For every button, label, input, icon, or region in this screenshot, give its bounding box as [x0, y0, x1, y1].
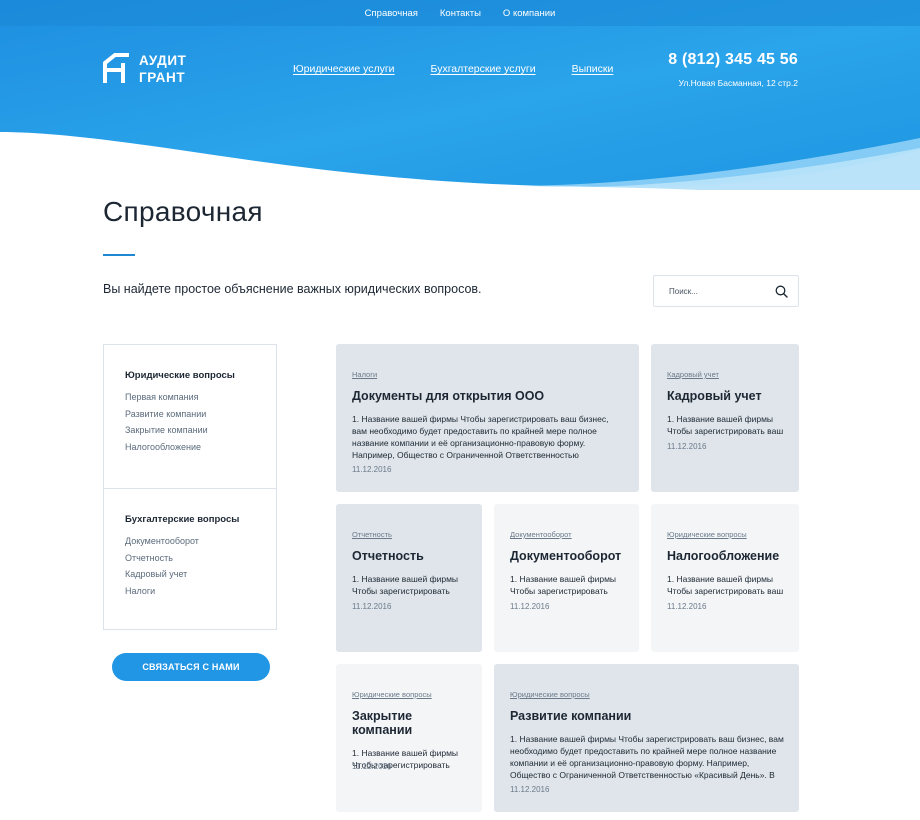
- contact-block: 8 (812) 345 45 56 Ул.Новая Басманная, 12…: [668, 51, 798, 88]
- sidebar-item-document-flow[interactable]: Документооборот: [125, 536, 276, 547]
- card-title: Документооборот: [510, 549, 622, 563]
- card-date: 11.12.2016: [352, 762, 392, 771]
- main-nav: Юридические услуги Бухгалтерские услуги …: [293, 63, 613, 75]
- header-wave-background: [0, 0, 920, 190]
- card-category-link[interactable]: Юридические вопросы: [352, 690, 432, 699]
- page-lead: Вы найдете простое объяснение важных юри…: [103, 282, 482, 296]
- main-nav-link-accounting[interactable]: Бухгалтерские услуги: [431, 63, 536, 75]
- card-title: Документы для открытия ООО: [352, 389, 545, 403]
- card-title: Развитие компании: [510, 709, 632, 723]
- top-nav: Справочная Контакты О компании: [0, 0, 920, 26]
- card-excerpt: 1. Название вашей фирмы Чтобы зарегистри…: [352, 414, 609, 460]
- article-card[interactable]: Отчетность Отчетность 1. Название вашей …: [336, 504, 482, 652]
- sidebar: Юридические вопросы Первая компания Разв…: [103, 344, 277, 630]
- search-input[interactable]: [654, 286, 764, 296]
- card-title: Кадровый учет: [667, 389, 762, 403]
- top-nav-link-contacts[interactable]: Контакты: [440, 8, 481, 19]
- card-title: Налогообложение: [667, 549, 780, 563]
- sidebar-item-reporting[interactable]: Отчетность: [125, 553, 276, 564]
- card-title: Отчетность: [352, 549, 424, 563]
- main-nav-link-extracts[interactable]: Выписки: [572, 63, 614, 75]
- address: Ул.Новая Басманная, 12 стр.2: [678, 78, 798, 88]
- search-box: [653, 275, 799, 307]
- card-excerpt: 1. Название вашей фирмы Чтобы зарегистри…: [510, 574, 617, 599]
- top-nav-link-about[interactable]: О компании: [503, 8, 555, 19]
- card-category-link[interactable]: Юридические вопросы: [667, 530, 747, 539]
- sidebar-item-taxation[interactable]: Налогообложение: [125, 442, 276, 453]
- header-hero: Справочная Контакты О компании АУДИТ ГРА…: [0, 0, 920, 190]
- card-category-link[interactable]: Отчетность: [352, 530, 392, 539]
- logo-text: АУДИТ ГРАНТ: [139, 52, 187, 86]
- card-date: 11.12.2016: [667, 442, 707, 451]
- card-date: 11.12.2016: [352, 602, 392, 611]
- top-nav-link-reference[interactable]: Справочная: [365, 8, 418, 19]
- sidebar-item-company-development[interactable]: Развитие компании: [125, 409, 276, 420]
- article-card[interactable]: Налоги Документы для открытия ООО 1. Наз…: [336, 344, 639, 492]
- card-excerpt: 1. Название вашей фирмы Чтобы зарегистри…: [510, 734, 784, 780]
- sidebar-item-hr-records[interactable]: Кадровый учет: [125, 569, 276, 580]
- card-title: Закрытие компании: [352, 709, 413, 737]
- sidebar-group-accounting: Бухгалтерские вопросы Документооборот От…: [104, 489, 276, 603]
- title-underline: [103, 254, 135, 256]
- sidebar-item-taxes[interactable]: Налоги: [125, 586, 276, 597]
- article-card[interactable]: Юридические вопросы Закрытие компании 1.…: [336, 664, 482, 812]
- sidebar-heading-legal: Юридические вопросы: [125, 370, 235, 381]
- card-date: 11.12.2016: [510, 785, 550, 794]
- card-category-link[interactable]: Налоги: [352, 370, 377, 379]
- card-excerpt: 1. Название вашей фирмы Чтобы зарегистри…: [667, 414, 784, 436]
- article-card[interactable]: Юридические вопросы Развитие компании 1.…: [494, 664, 799, 812]
- card-category-link[interactable]: Документооборот: [510, 530, 572, 539]
- card-category-link[interactable]: Юридические вопросы: [510, 690, 590, 699]
- contact-us-button[interactable]: СВЯЗАТЬСЯ С НАМИ: [112, 653, 270, 681]
- card-date: 11.12.2016: [510, 602, 550, 611]
- search-icon[interactable]: [775, 285, 788, 298]
- card-category-link[interactable]: Кадровый учет: [667, 370, 719, 379]
- article-card[interactable]: Кадровый учет Кадровый учет 1. Название …: [651, 344, 799, 492]
- logo-line-1: АУДИТ: [139, 53, 187, 68]
- phone-number[interactable]: 8 (812) 345 45 56: [668, 51, 798, 69]
- sidebar-item-first-company[interactable]: Первая компания: [125, 392, 276, 403]
- sidebar-group-legal: Юридические вопросы Первая компания Разв…: [104, 345, 276, 489]
- card-date: 11.12.2016: [667, 602, 707, 611]
- sidebar-item-company-closing[interactable]: Закрытие компании: [125, 425, 276, 436]
- card-excerpt: 1. Название вашей фирмы Чтобы зарегистри…: [352, 574, 459, 599]
- page-title: Справочная: [103, 196, 263, 227]
- logo[interactable]: АУДИТ ГРАНТ: [103, 52, 187, 86]
- card-excerpt: 1. Название вашей фирмы Чтобы зарегистри…: [667, 574, 784, 596]
- card-date: 11.12.2016: [352, 465, 392, 474]
- logo-line-2: ГРАНТ: [139, 70, 186, 85]
- main-nav-link-legal[interactable]: Юридические услуги: [293, 63, 395, 75]
- article-card[interactable]: Юридические вопросы Налогообложение 1. Н…: [651, 504, 799, 652]
- article-card[interactable]: Документооборот Документооборот 1. Назва…: [494, 504, 639, 652]
- sidebar-heading-accounting: Бухгалтерские вопросы: [125, 514, 240, 525]
- logo-mark-icon: [103, 53, 129, 83]
